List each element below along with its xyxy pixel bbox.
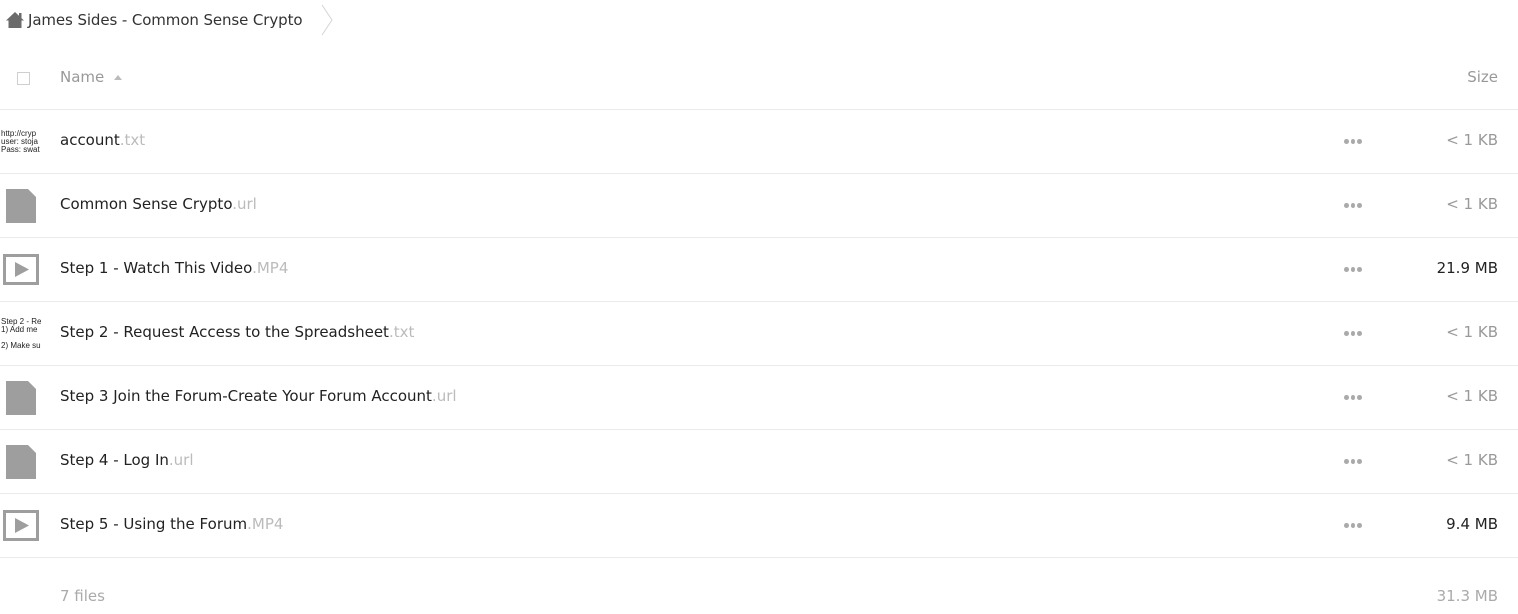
file-name[interactable]: Step 2 - Request Access to the Spreadshe… (60, 323, 414, 341)
file-size: 9.4 MB (1446, 515, 1498, 533)
more-actions-icon[interactable] (1344, 139, 1363, 145)
dot (1344, 203, 1349, 208)
dot (1344, 331, 1349, 336)
file-row[interactable]: Step 3 Join the Forum-Create Your Forum … (0, 366, 1518, 430)
dot (1357, 139, 1363, 144)
text-preview-thumbnail: Step 2 - Re 1) Add me 2) Make su (1, 318, 42, 350)
more-actions-icon[interactable] (1344, 395, 1363, 401)
more-actions-icon[interactable] (1344, 331, 1363, 337)
more-actions-icon[interactable] (1344, 267, 1363, 273)
column-header-name-label: Name (60, 68, 105, 86)
dot (1350, 395, 1356, 400)
file-thumbnail[interactable]: Step 2 - Re 1) Add me 2) Make su (0, 302, 44, 365)
text-preview-thumbnail: http://cryp user: stoja Pass: swat (1, 130, 42, 154)
table-header: Name Size (0, 46, 1518, 110)
file-extension: .txt (388, 323, 415, 341)
file-basename: Step 2 - Request Access to the Spreadshe… (60, 323, 389, 341)
file-size: < 1 KB (1446, 451, 1498, 469)
file-basename: Step 3 Join the Forum-Create Your Forum … (60, 387, 432, 405)
file-row[interactable]: http://cryp user: stoja Pass: swat account.… (0, 110, 1518, 174)
file-icon (6, 188, 36, 223)
file-extension: .url (168, 451, 194, 469)
file-thumbnail[interactable] (0, 366, 44, 429)
sort-ascending-icon (114, 74, 123, 80)
preview-line: Pass: swat (1, 144, 40, 154)
preview-line: 1) Add me (1, 324, 38, 334)
file-size: < 1 KB (1446, 323, 1498, 341)
file-icon (6, 444, 36, 479)
dot (1350, 267, 1356, 272)
file-row[interactable]: Step 4 - Log In.url < 1 KB (0, 430, 1518, 494)
file-basename: Step 5 - Using the Forum (60, 515, 248, 533)
dot (1344, 139, 1349, 144)
dot (1357, 267, 1363, 272)
summary-row: 7 files 31.3 MB (0, 558, 1518, 614)
dot (1357, 459, 1363, 464)
dot (1350, 203, 1356, 208)
file-row[interactable]: Step 2 - Re 1) Add me 2) Make su Step 2 - R… (0, 302, 1518, 366)
file-row[interactable]: Common Sense Crypto.url < 1 KB (0, 174, 1518, 238)
file-extension: .MP4 (252, 259, 289, 277)
file-list: http://cryp user: stoja Pass: swat account.… (0, 110, 1518, 558)
column-header-size[interactable]: Size (1467, 68, 1498, 86)
file-name[interactable]: Step 4 - Log In.url (60, 451, 194, 469)
dot (1350, 523, 1356, 528)
file-extension: .txt (119, 131, 146, 149)
dot (1344, 523, 1349, 528)
file-basename: Common Sense Crypto (60, 195, 233, 213)
dot (1357, 331, 1363, 336)
video-icon (3, 510, 39, 541)
file-thumbnail[interactable] (0, 238, 44, 301)
file-basename: Step 1 - Watch This Video (60, 259, 253, 277)
total-size: 31.3 MB (1436, 587, 1498, 605)
video-icon (3, 254, 39, 285)
more-actions-icon[interactable] (1344, 523, 1363, 529)
file-size: < 1 KB (1446, 195, 1498, 213)
file-thumbnail[interactable] (0, 430, 44, 493)
file-count: 7 files (60, 587, 105, 605)
breadcrumb: James Sides - Common Sense Crypto (0, 0, 334, 40)
dot (1344, 459, 1349, 464)
select-all-checkbox[interactable] (17, 72, 30, 85)
file-thumbnail[interactable]: http://cryp user: stoja Pass: swat (0, 110, 44, 173)
breadcrumb-current-folder[interactable]: James Sides - Common Sense Crypto (28, 11, 303, 29)
home-icon[interactable] (5, 11, 25, 29)
file-thumbnail[interactable] (0, 174, 44, 237)
file-extension: .url (431, 387, 457, 405)
more-actions-icon[interactable] (1344, 203, 1363, 209)
dot (1350, 459, 1356, 464)
file-name[interactable]: Common Sense Crypto.url (60, 195, 257, 213)
column-header-name[interactable]: Name (60, 68, 123, 86)
file-icon (6, 380, 36, 415)
file-basename: Step 4 - Log In (60, 451, 169, 469)
file-name[interactable]: Step 1 - Watch This Video.MP4 (60, 259, 288, 277)
file-thumbnail[interactable] (0, 494, 44, 557)
file-size: < 1 KB (1446, 387, 1498, 405)
file-extension: .MP4 (247, 515, 284, 533)
dot (1350, 331, 1356, 336)
file-extension: .url (232, 195, 257, 213)
dot (1350, 139, 1356, 144)
file-size: < 1 KB (1446, 131, 1498, 149)
file-name[interactable]: Step 5 - Using the Forum.MP4 (60, 515, 283, 533)
dot (1357, 523, 1363, 528)
file-name[interactable]: Step 3 Join the Forum-Create Your Forum … (60, 387, 457, 405)
file-row[interactable]: Step 1 - Watch This Video.MP4 21.9 MB (0, 238, 1518, 302)
dot (1357, 203, 1363, 208)
more-actions-icon[interactable] (1344, 459, 1363, 465)
file-row[interactable]: Step 5 - Using the Forum.MP4 9.4 MB (0, 494, 1518, 558)
file-basename: account (60, 131, 120, 149)
dot (1344, 395, 1349, 400)
dot (1344, 267, 1349, 272)
preview-line: 2) Make su (1, 340, 41, 350)
dot (1357, 395, 1363, 400)
file-size: 21.9 MB (1436, 259, 1498, 277)
chevron-right-icon (320, 3, 334, 37)
file-name[interactable]: account.txt (60, 131, 145, 149)
